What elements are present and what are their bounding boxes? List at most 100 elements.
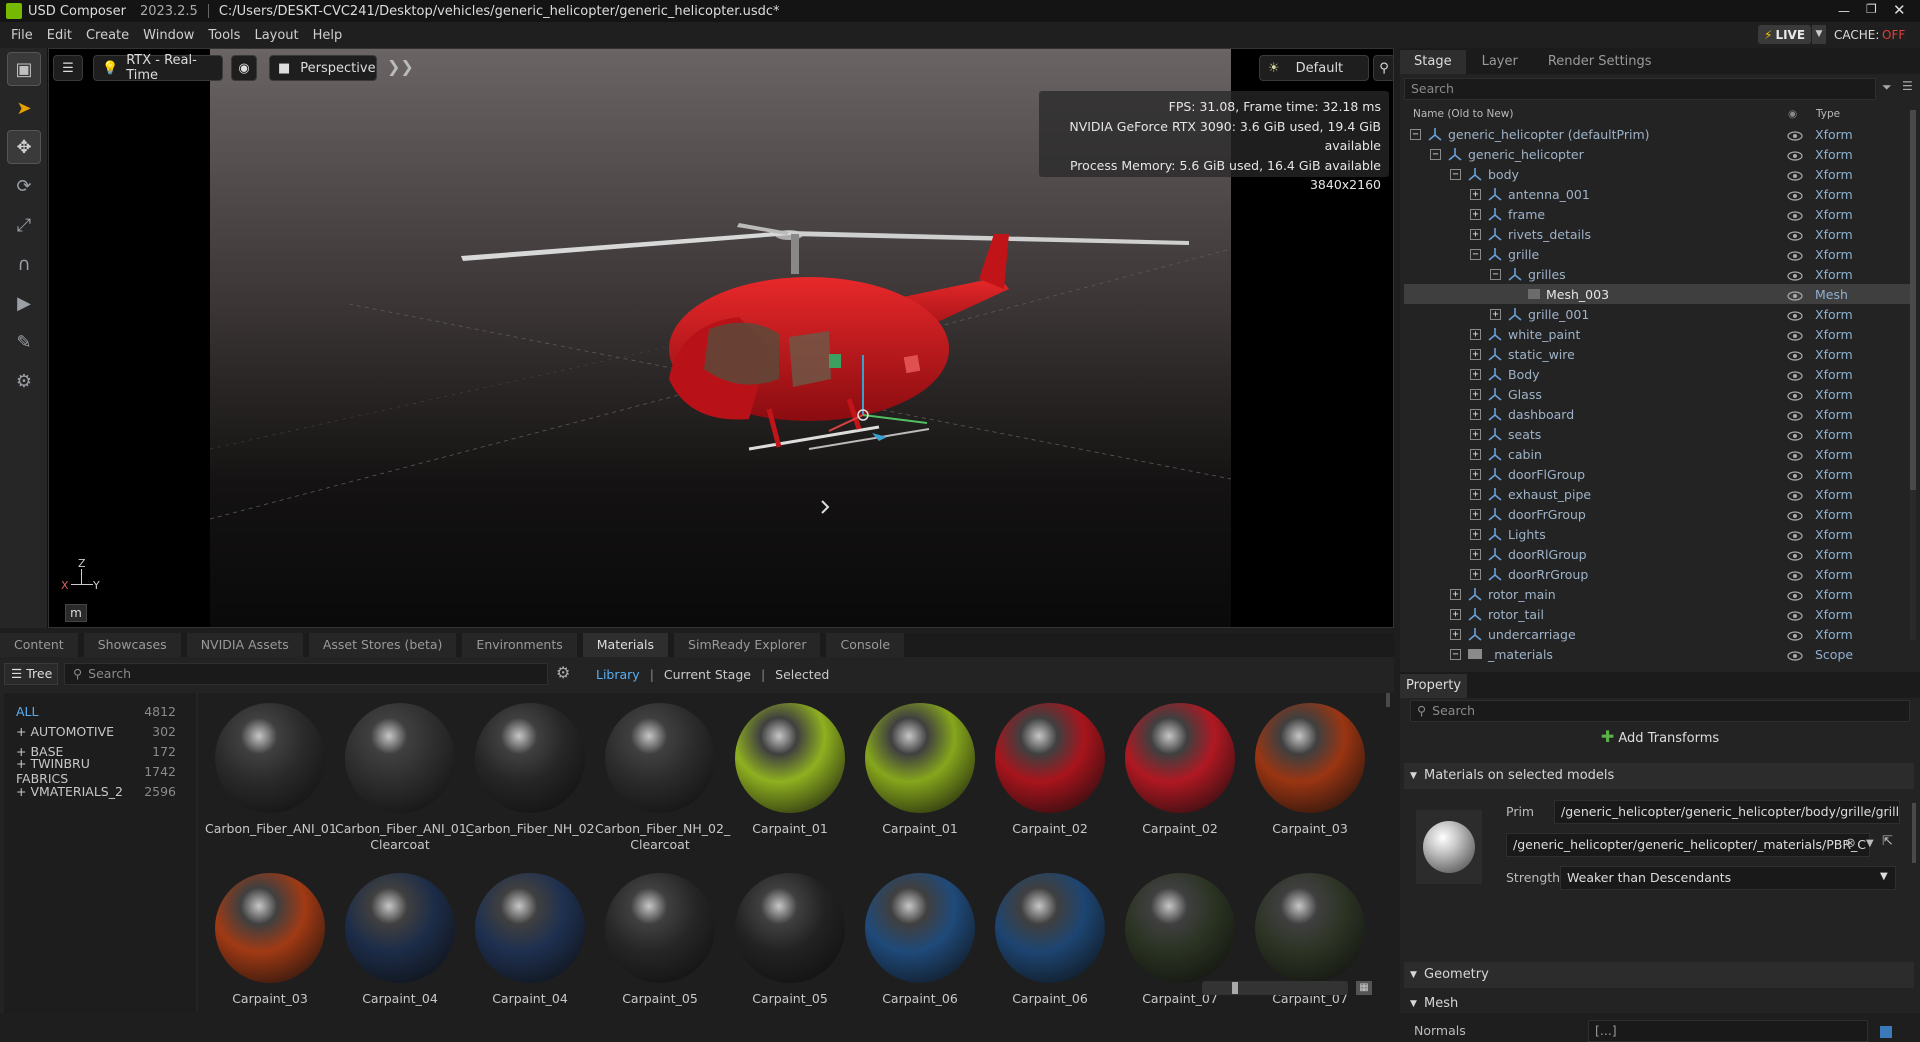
close-icon[interactable]: ✕	[1893, 1, 1906, 19]
property-scrollbar[interactable]	[1912, 803, 1916, 863]
stage-tree-row[interactable]: − generic_helicopter (defaultPrim) Xform	[1404, 124, 1910, 144]
visibility-eye-icon[interactable]	[1787, 489, 1803, 501]
tab-materials[interactable]: Materials	[582, 633, 669, 657]
expand-icon[interactable]: +	[1470, 228, 1481, 240]
material-dropdown-icon[interactable]: ▼	[1866, 838, 1874, 849]
expand-icon[interactable]: +	[1470, 528, 1481, 540]
normals-grid-icon[interactable]	[1880, 1026, 1892, 1038]
settings-gear-icon[interactable]: ⚙	[556, 663, 570, 682]
stage-tree-row[interactable]: + Body Xform	[1404, 364, 1910, 384]
expand-icon[interactable]: +	[1470, 328, 1481, 340]
expand-toolbar-icon[interactable]: ❯❯	[387, 57, 414, 76]
collapse-icon[interactable]: −	[1490, 268, 1501, 280]
filter-current-stage[interactable]: Current Stage	[664, 667, 751, 682]
expand-icon[interactable]: +	[1470, 388, 1481, 400]
renderer-button[interactable]: 💡 RTX - Real-Time	[93, 53, 223, 83]
stage-tree-row[interactable]: + undercarriage Xform	[1404, 624, 1910, 644]
tree-toggle-button[interactable]: ☰ Tree	[4, 663, 58, 685]
strength-dropdown-icon[interactable]: ▼	[1880, 871, 1888, 882]
expand-icon[interactable]: +	[1470, 448, 1481, 460]
stage-tree[interactable]: − generic_helicopter (defaultPrim) Xform − g…	[1404, 124, 1910, 664]
grid-scrollbar[interactable]	[1386, 693, 1390, 707]
stage-tree-row[interactable]: + doorRlGroup Xform	[1404, 544, 1910, 564]
stage-tree-row[interactable]: + doorFrGroup Xform	[1404, 504, 1910, 524]
stage-tree-row[interactable]: − _materials Scope	[1404, 644, 1910, 664]
visibility-eye-icon[interactable]	[1787, 649, 1803, 661]
tab-stage[interactable]: Stage	[1400, 50, 1466, 74]
stage-tree-row[interactable]: − generic_helicopter Xform	[1404, 144, 1910, 164]
visibility-eye-icon[interactable]	[1787, 449, 1803, 461]
grid-view-icon[interactable]: ▦	[1356, 981, 1372, 995]
expand-icon[interactable]: +	[1470, 188, 1481, 200]
visibility-eye-icon[interactable]	[1787, 249, 1803, 261]
col-type[interactable]: Type	[1816, 108, 1840, 120]
visibility-eye-icon[interactable]	[1787, 169, 1803, 181]
visibility-eye-icon[interactable]	[1787, 209, 1803, 221]
menu-window[interactable]: Window	[136, 28, 201, 43]
viewport[interactable]: ☰ 💡 RTX - Real-Time ◉ ■ Perspective ❯❯ ☀ De…	[48, 48, 1394, 628]
expand-icon[interactable]: +	[1470, 468, 1481, 480]
live-dropdown-icon[interactable]: ▼	[1812, 25, 1826, 44]
open-material-icon[interactable]: ⇱	[1882, 834, 1893, 849]
stage-tree-row[interactable]: + Lights Xform	[1404, 524, 1910, 544]
material-thumbnail[interactable]: Carpaint_01	[725, 703, 855, 837]
expand-icon[interactable]: +	[1470, 208, 1481, 220]
play-icon[interactable]: ▶	[8, 287, 40, 319]
expand-icon[interactable]: +	[1470, 408, 1481, 420]
expand-icon[interactable]: +	[1470, 508, 1481, 520]
visibility-eye-icon[interactable]	[1787, 329, 1803, 341]
material-thumbnail[interactable]: Carpaint_06	[855, 873, 985, 1007]
scale-tool-icon[interactable]: ⤢	[8, 209, 40, 241]
menu-edit[interactable]: Edit	[40, 28, 79, 43]
cache-status[interactable]: OFF	[1882, 28, 1905, 42]
select-tool-icon[interactable]: ➤	[8, 92, 40, 124]
filter-selected[interactable]: Selected	[775, 667, 829, 682]
property-search-input[interactable]: ⚲ Search	[1410, 700, 1910, 722]
collapse-icon[interactable]: −	[1470, 248, 1481, 260]
expand-icon[interactable]: +	[1470, 368, 1481, 380]
menu-tools[interactable]: Tools	[201, 28, 247, 43]
visibility-button[interactable]: ◉	[231, 55, 257, 81]
material-thumbnail[interactable]: Carpaint_04	[465, 873, 595, 1007]
material-thumbnail[interactable]: Carpaint_04	[335, 873, 465, 1007]
expand-icon[interactable]: +	[1470, 548, 1481, 560]
live-button[interactable]: ⚡ LIVE	[1758, 25, 1812, 44]
visibility-eye-icon[interactable]	[1787, 569, 1803, 581]
geometry-section-header[interactable]: ▼ Geometry	[1404, 962, 1914, 988]
visibility-eye-icon[interactable]	[1787, 189, 1803, 201]
restore-icon[interactable]: ❐	[1866, 2, 1877, 16]
add-transforms-button[interactable]: ✚ Add Transforms	[1410, 726, 1910, 748]
visibility-eye-icon[interactable]	[1787, 529, 1803, 541]
material-thumbnail[interactable]: Carpaint_05	[595, 873, 725, 1007]
snap-magnet-icon[interactable]: ∩	[8, 248, 40, 280]
stage-tree-row[interactable]: + dashboard Xform	[1404, 404, 1910, 424]
stage-tree-row[interactable]: + antenna_001 Xform	[1404, 184, 1910, 204]
stage-tree-row[interactable]: − grilles Xform	[1404, 264, 1910, 284]
visibility-eye-icon[interactable]	[1787, 469, 1803, 481]
material-thumbnail[interactable]: Carpaint_03	[205, 873, 335, 1007]
stage-tree-row[interactable]: + seats Xform	[1404, 424, 1910, 444]
stage-tree-row[interactable]: + exhaust_pipe Xform	[1404, 484, 1910, 504]
stage-tree-row[interactable]: + rotor_tail Xform	[1404, 604, 1910, 624]
tab-nvidia-assets[interactable]: NVIDIA Assets	[186, 633, 303, 657]
tab-layer[interactable]: Layer	[1466, 50, 1534, 74]
material-thumbnail[interactable]: Carpaint_05	[725, 873, 855, 1007]
visibility-eye-icon[interactable]	[1787, 389, 1803, 401]
material-thumbnail[interactable]: Carbon_Fiber_ANI_01	[205, 703, 337, 837]
visibility-eye-icon[interactable]	[1787, 609, 1803, 621]
stage-search-input[interactable]: Search	[1404, 78, 1876, 100]
unit-badge[interactable]: m	[65, 604, 87, 622]
thumbnail-size-slider[interactable]	[1202, 981, 1348, 995]
menu-file[interactable]: File	[4, 28, 40, 43]
stage-tree-row[interactable]: + doorFlGroup Xform	[1404, 464, 1910, 484]
visibility-eye-icon[interactable]	[1787, 589, 1803, 601]
material-thumbnail[interactable]: Carpaint_03	[1245, 703, 1375, 837]
materials-search-input[interactable]: ⚲ Search	[64, 663, 548, 685]
visibility-eye-icon[interactable]	[1787, 549, 1803, 561]
material-thumbnail[interactable]: Carpaint_02	[1115, 703, 1245, 837]
visibility-eye-icon[interactable]	[1787, 349, 1803, 361]
stage-scrollbar[interactable]	[1910, 110, 1916, 640]
stage-tree-row[interactable]: + Glass Xform	[1404, 384, 1910, 404]
visibility-eye-icon[interactable]	[1787, 629, 1803, 641]
menu-layout[interactable]: Layout	[247, 28, 305, 43]
